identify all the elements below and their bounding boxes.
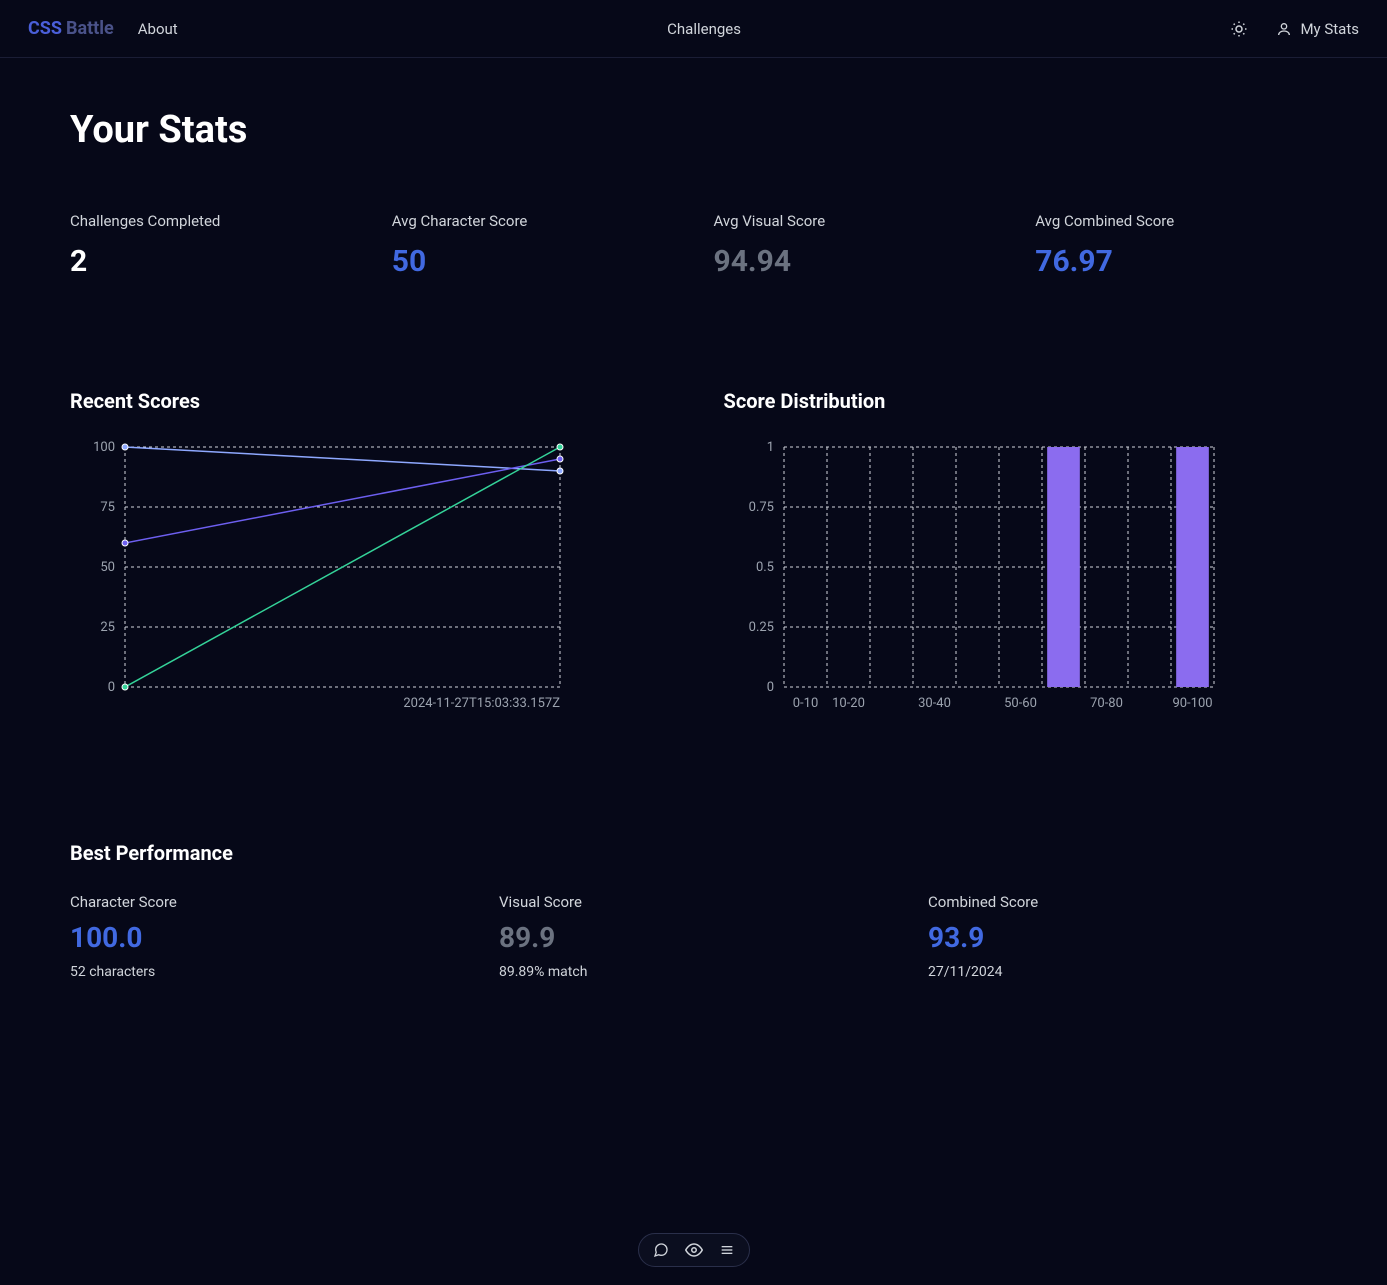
- best-value: 100.0: [70, 921, 459, 954]
- logo[interactable]: CSS Battle: [28, 18, 114, 39]
- svg-text:30-40: 30-40: [918, 696, 951, 711]
- stat-value: 2: [70, 244, 352, 279]
- best-block: Visual Score 89.9 89.89% match: [499, 893, 888, 980]
- stat-block: Avg Visual Score 94.94: [714, 212, 996, 279]
- eye-icon: [685, 1241, 703, 1259]
- recent-scores-chart: 0 25 50 75 100 2024-11-27T15:03:33.157Z: [70, 437, 664, 731]
- best-label: Character Score: [70, 893, 459, 911]
- stat-block: Avg Character Score 50: [392, 212, 674, 279]
- line-chart-svg: 0 25 50 75 100 2024-11-27T15:03:33.157Z: [70, 437, 570, 727]
- logo-css: CSS: [28, 18, 62, 39]
- svg-text:50-60: 50-60: [1004, 696, 1037, 711]
- svg-text:70-80: 70-80: [1090, 696, 1123, 711]
- svg-text:100: 100: [93, 440, 115, 455]
- best-value: 89.9: [499, 921, 888, 954]
- svg-text:50: 50: [100, 560, 115, 575]
- score-distribution-title: Score Distribution: [724, 389, 1318, 413]
- stat-label: Avg Visual Score: [714, 212, 996, 230]
- toolbar-comment-button[interactable]: [653, 1242, 669, 1258]
- best-performance-title: Best Performance: [70, 841, 1317, 865]
- charts-row: Recent Scores 0 25 50 75 100 2024-11-27T15:03…: [70, 389, 1317, 731]
- best-label: Visual Score: [499, 893, 888, 911]
- recent-scores-title: Recent Scores: [70, 389, 664, 413]
- svg-text:90-100: 90-100: [1172, 696, 1212, 711]
- stat-value: 76.97: [1035, 244, 1317, 279]
- toolbar-visibility-button[interactable]: [685, 1241, 703, 1259]
- stat-label: Challenges Completed: [70, 212, 352, 230]
- page-title: Your Stats: [70, 108, 1317, 152]
- svg-text:10-20: 10-20: [832, 696, 865, 711]
- header-right: My Stats: [1230, 20, 1359, 38]
- svg-text:0.75: 0.75: [748, 500, 773, 515]
- toolbar-menu-button[interactable]: [719, 1242, 735, 1258]
- best-sub: 52 characters: [70, 964, 459, 980]
- mystats-label: My Stats: [1300, 20, 1359, 38]
- svg-text:1: 1: [766, 440, 773, 455]
- score-distribution-panel: Score Distribution 0 0.25 0.5 0.75 1 0-10 10-2…: [724, 389, 1318, 731]
- best-value: 93.9: [928, 921, 1317, 954]
- best-grid: Character Score 100.0 52 characters Visual …: [70, 893, 1317, 980]
- svg-text:25: 25: [100, 620, 115, 635]
- nav-about[interactable]: About: [138, 20, 178, 38]
- svg-text:2024-11-27T15:03:33.157Z: 2024-11-27T15:03:33.157Z: [403, 696, 560, 711]
- best-block: Character Score 100.0 52 characters: [70, 893, 459, 980]
- user-icon: [1276, 21, 1292, 37]
- sun-icon: [1230, 20, 1248, 38]
- svg-text:0.5: 0.5: [755, 560, 773, 575]
- stat-block: Avg Combined Score 76.97: [1035, 212, 1317, 279]
- header-left: CSS Battle About: [28, 18, 178, 39]
- best-sub: 89.89% match: [499, 964, 888, 980]
- stat-block: Challenges Completed 2: [70, 212, 352, 279]
- svg-text:0: 0: [108, 680, 115, 695]
- best-block: Combined Score 93.9 27/11/2024: [928, 893, 1317, 980]
- main-content: Your Stats Challenges Completed 2 Avg Char…: [0, 58, 1387, 1030]
- svg-text:0: 0: [766, 680, 773, 695]
- bottom-toolbar: [638, 1233, 750, 1267]
- bar-chart-svg: 0 0.25 0.5 0.75 1 0-10 10-20 30-40 50-60 70-80 90-…: [724, 437, 1224, 727]
- svg-text:0-10: 0-10: [792, 696, 818, 711]
- stats-grid: Challenges Completed 2 Avg Character Score…: [70, 212, 1317, 279]
- speech-bubble-icon: [653, 1242, 669, 1258]
- stat-label: Avg Combined Score: [1035, 212, 1317, 230]
- svg-text:75: 75: [100, 500, 115, 515]
- logo-battle: Battle: [66, 18, 114, 39]
- nav-challenges[interactable]: Challenges: [667, 20, 741, 38]
- stat-value: 50: [392, 244, 674, 279]
- header: CSS Battle About Challenges My Stats: [0, 0, 1387, 58]
- theme-toggle-button[interactable]: [1230, 20, 1248, 38]
- recent-scores-panel: Recent Scores 0 25 50 75 100 2024-11-27T15:03…: [70, 389, 664, 731]
- menu-icon: [719, 1242, 735, 1258]
- stat-label: Avg Character Score: [392, 212, 674, 230]
- best-label: Combined Score: [928, 893, 1317, 911]
- svg-text:0.25: 0.25: [748, 620, 773, 635]
- stat-value: 94.94: [714, 244, 996, 279]
- score-distribution-chart: 0 0.25 0.5 0.75 1 0-10 10-20 30-40 50-60 70-80 90-…: [724, 437, 1318, 731]
- best-sub: 27/11/2024: [928, 964, 1317, 980]
- mystats-link[interactable]: My Stats: [1276, 20, 1359, 38]
